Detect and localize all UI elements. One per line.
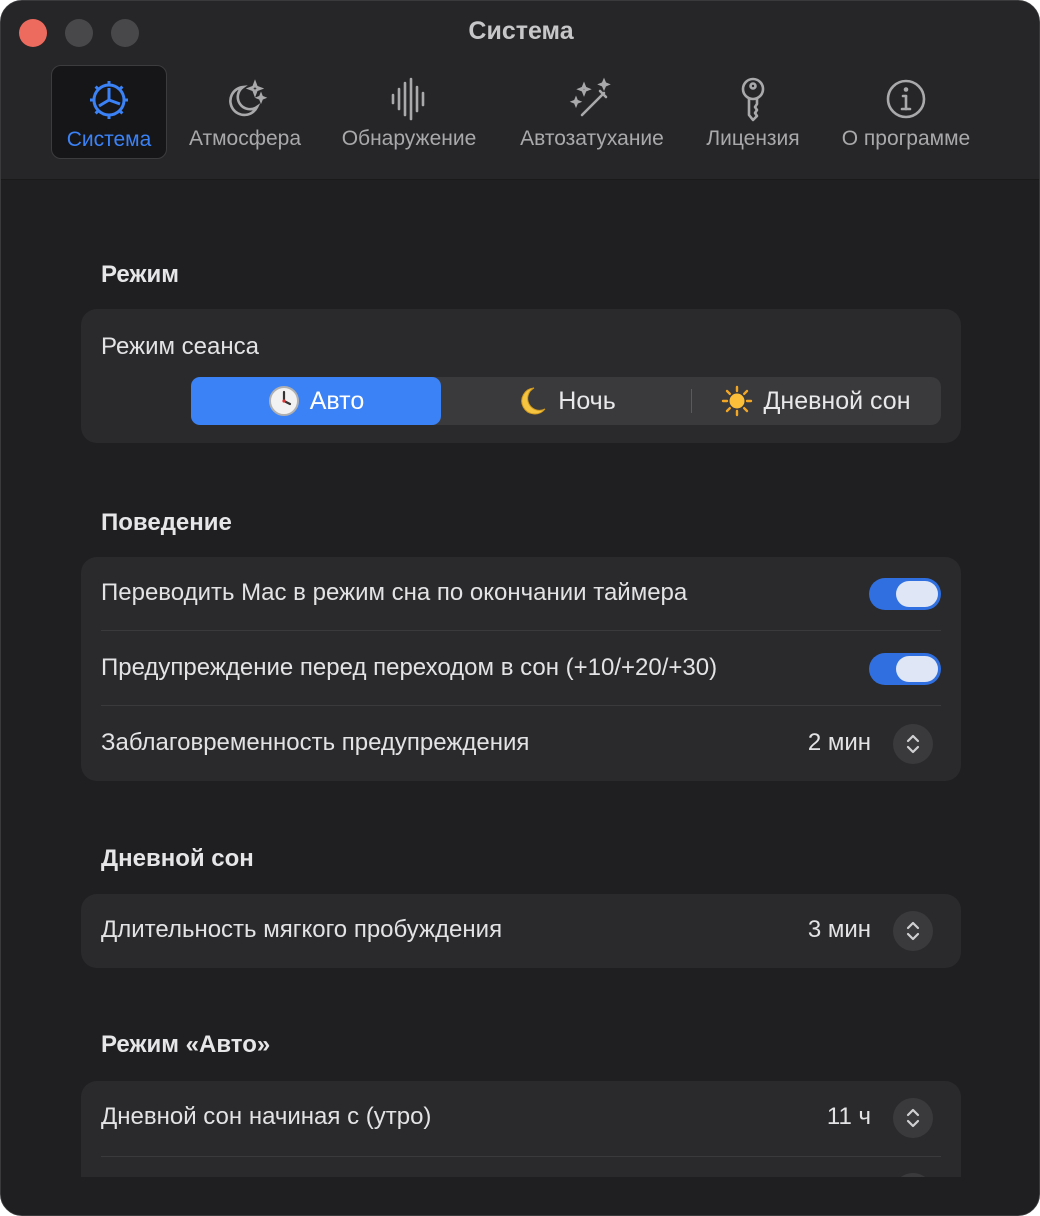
wake-duration-value: 3 мин <box>807 916 871 943</box>
tab-label: Обнаружение <box>341 127 477 150</box>
toggle-knob <box>896 656 938 682</box>
section-title-auto: Режим «Авто» <box>101 1031 271 1058</box>
titlebar: Система Система Атмосфера Обнаружение Ав… <box>1 1 1039 180</box>
tab-detection[interactable]: Обнаружение <box>331 65 487 159</box>
segment-label: Авто <box>309 386 365 415</box>
mode-card: Режим сеанса Авто Ночь Дневной сон <box>81 309 961 443</box>
chevron-up-down-icon <box>906 921 920 941</box>
window-title: Система <box>468 17 574 45</box>
toggle-knob <box>896 581 938 607</box>
sun-icon <box>721 385 753 417</box>
advance-value: 2 мин <box>807 729 871 756</box>
section-title-mode: Режим <box>101 261 179 288</box>
window-bottom-edge <box>1 1177 1039 1215</box>
advance-label: Заблаговременность предупреждения <box>101 729 530 756</box>
section-title-nap: Дневной сон <box>101 845 254 872</box>
waveform-icon <box>383 73 435 125</box>
session-mode-label: Режим сеанса <box>101 333 259 360</box>
tab-label: Лицензия <box>706 127 800 150</box>
wake-duration-label: Длительность мягкого пробуждения <box>101 916 503 943</box>
tab-about[interactable]: О программе <box>829 65 983 159</box>
tab-autofade[interactable]: Автозатухание <box>509 65 675 159</box>
session-mode-segmented-control: Авто Ночь Дневной сон <box>191 377 941 425</box>
chevron-up-down-icon <box>906 1108 920 1128</box>
warning-label: Предупреждение перед переходом в сон (+1… <box>101 654 718 681</box>
divider <box>101 1156 941 1157</box>
clock-icon <box>268 385 300 417</box>
magic-wand-icon <box>566 73 618 125</box>
nap-start-stepper[interactable] <box>893 1098 933 1138</box>
tab-label: Атмосфера <box>188 127 302 150</box>
behavior-card: Переводить Mac в режим сна по окончании … <box>81 557 961 781</box>
sleep-mac-toggle[interactable] <box>869 578 941 610</box>
segment-auto[interactable]: Авто <box>191 377 441 425</box>
wake-duration-stepper[interactable] <box>893 911 933 951</box>
divider <box>101 705 941 706</box>
segment-night[interactable]: Ночь <box>441 377 691 425</box>
divider <box>101 630 941 631</box>
preferences-toolbar: Система Атмосфера Обнаружение Автозатуха… <box>1 65 1039 161</box>
section-title-behavior: Поведение <box>101 509 232 536</box>
chevron-up-down-icon <box>906 734 920 754</box>
preferences-window: Система Система Атмосфера Обнаружение Ав… <box>0 0 1040 1216</box>
segment-label: Дневной сон <box>763 386 911 415</box>
nap-card: Длительность мягкого пробуждения 3 мин <box>81 894 961 968</box>
nap-start-label: Дневной сон начиная с (утро) <box>101 1103 432 1130</box>
key-icon <box>727 73 779 125</box>
segment-daynap[interactable]: Дневной сон <box>691 377 941 425</box>
settings-content: Режим Режим сеанса Авто Ночь Дневной сон… <box>1 179 1039 1215</box>
tab-label: Автозатухание <box>520 127 664 150</box>
warning-toggle[interactable] <box>869 653 941 685</box>
tab-license[interactable]: Лицензия <box>695 65 811 159</box>
nap-start-value: 11 ч <box>826 1103 871 1130</box>
segment-label: Ночь <box>558 386 616 415</box>
advance-stepper[interactable] <box>893 724 933 764</box>
crescent-moon-icon <box>516 385 548 417</box>
tab-system[interactable]: Система <box>51 65 167 159</box>
tab-label: Система <box>66 128 152 151</box>
tab-atmosphere[interactable]: Атмосфера <box>181 65 309 159</box>
gear-icon <box>83 74 135 126</box>
moon-stars-icon <box>219 73 271 125</box>
tab-label: О программе <box>841 127 971 150</box>
sleep-mac-label: Переводить Mac в режим сна по окончании … <box>101 579 688 606</box>
info-icon <box>880 73 932 125</box>
